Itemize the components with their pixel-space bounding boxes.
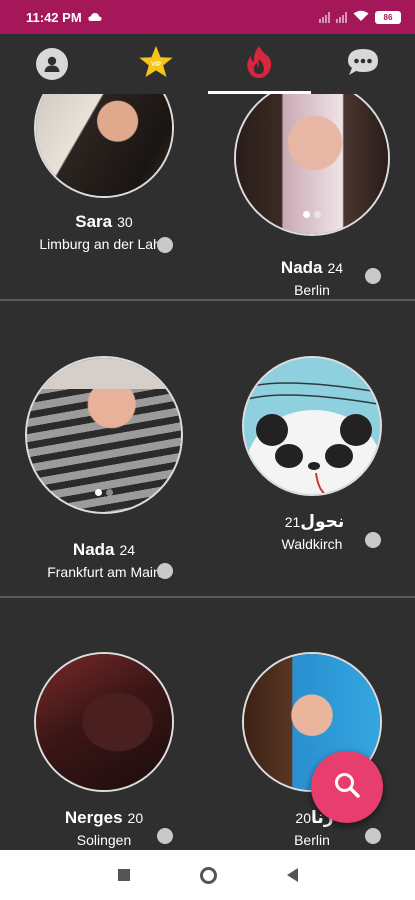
wifi-icon (353, 10, 369, 25)
profile-card[interactable]: رنا20 Berlin (222, 652, 402, 848)
chat-icon (346, 47, 380, 82)
profile-age: 24 (327, 260, 344, 276)
system-nav-bar (0, 850, 415, 900)
avatar (34, 94, 174, 198)
avatar (25, 356, 183, 514)
avatar (242, 356, 382, 496)
profile-city: Berlin (294, 282, 330, 298)
row-divider (0, 299, 415, 301)
profile-grid: Sara 30 Limburg an der Lahn Nada 24 Berlin… (0, 94, 415, 850)
online-status-dot (365, 268, 381, 284)
cloud-icon (88, 10, 102, 25)
signal-icon-2 (336, 11, 347, 23)
back-button[interactable] (286, 868, 298, 882)
tab-bar: VIP (0, 34, 415, 94)
profile-age: 20 (295, 810, 311, 826)
status-time: 11:42 PM (26, 9, 82, 25)
search-icon (333, 771, 361, 804)
profile-age: 20 (127, 810, 144, 826)
online-status-dot (157, 563, 173, 579)
flame-icon (246, 45, 272, 84)
online-status-dot (157, 237, 173, 253)
profile-name: Nerges (64, 808, 123, 827)
online-status-dot (365, 828, 381, 844)
search-fab-button[interactable] (311, 751, 383, 823)
profile-name: Nada (72, 540, 115, 559)
battery-icon: 86 (375, 10, 401, 24)
signal-icon (319, 11, 330, 23)
recents-button[interactable] (117, 869, 130, 881)
photo-pager (303, 211, 321, 218)
photo-pager (95, 489, 113, 496)
tab-messages[interactable] (311, 34, 415, 94)
profile-age: 30 (117, 214, 133, 230)
profile-name: Sara (75, 212, 113, 231)
status-right: 86 (319, 10, 401, 25)
profile-card[interactable]: Sara 30 Limburg an der Lahn (14, 94, 194, 252)
star-icon: VIP (138, 45, 174, 84)
tab-profile[interactable] (0, 34, 104, 94)
tab-hot[interactable] (207, 34, 312, 94)
profile-card[interactable]: Nada 24 Frankfurt am Main (14, 356, 194, 580)
status-bar: 11:42 PM 86 (0, 0, 415, 34)
row-divider (0, 596, 415, 598)
profile-age: 21 (284, 514, 301, 530)
tab-favorites[interactable]: VIP (104, 34, 208, 94)
profile-name: Nada (280, 258, 323, 277)
online-status-dot (365, 532, 381, 548)
app-screen: 11:42 PM 86 VIP Sara 30 Limburg an der L… (0, 0, 415, 900)
profile-name: نحول (300, 512, 345, 531)
avatar (234, 94, 390, 236)
svg-text:VIP: VIP (151, 62, 161, 68)
profile-card[interactable]: Nerges 20 Solingen (14, 652, 194, 848)
home-button[interactable] (199, 866, 217, 884)
avatar (34, 652, 174, 792)
profile-icon (35, 48, 68, 80)
online-status-dot (157, 828, 173, 844)
profile-age: 24 (119, 542, 136, 558)
profile-card[interactable]: نحول21 Waldkirch (222, 356, 402, 552)
